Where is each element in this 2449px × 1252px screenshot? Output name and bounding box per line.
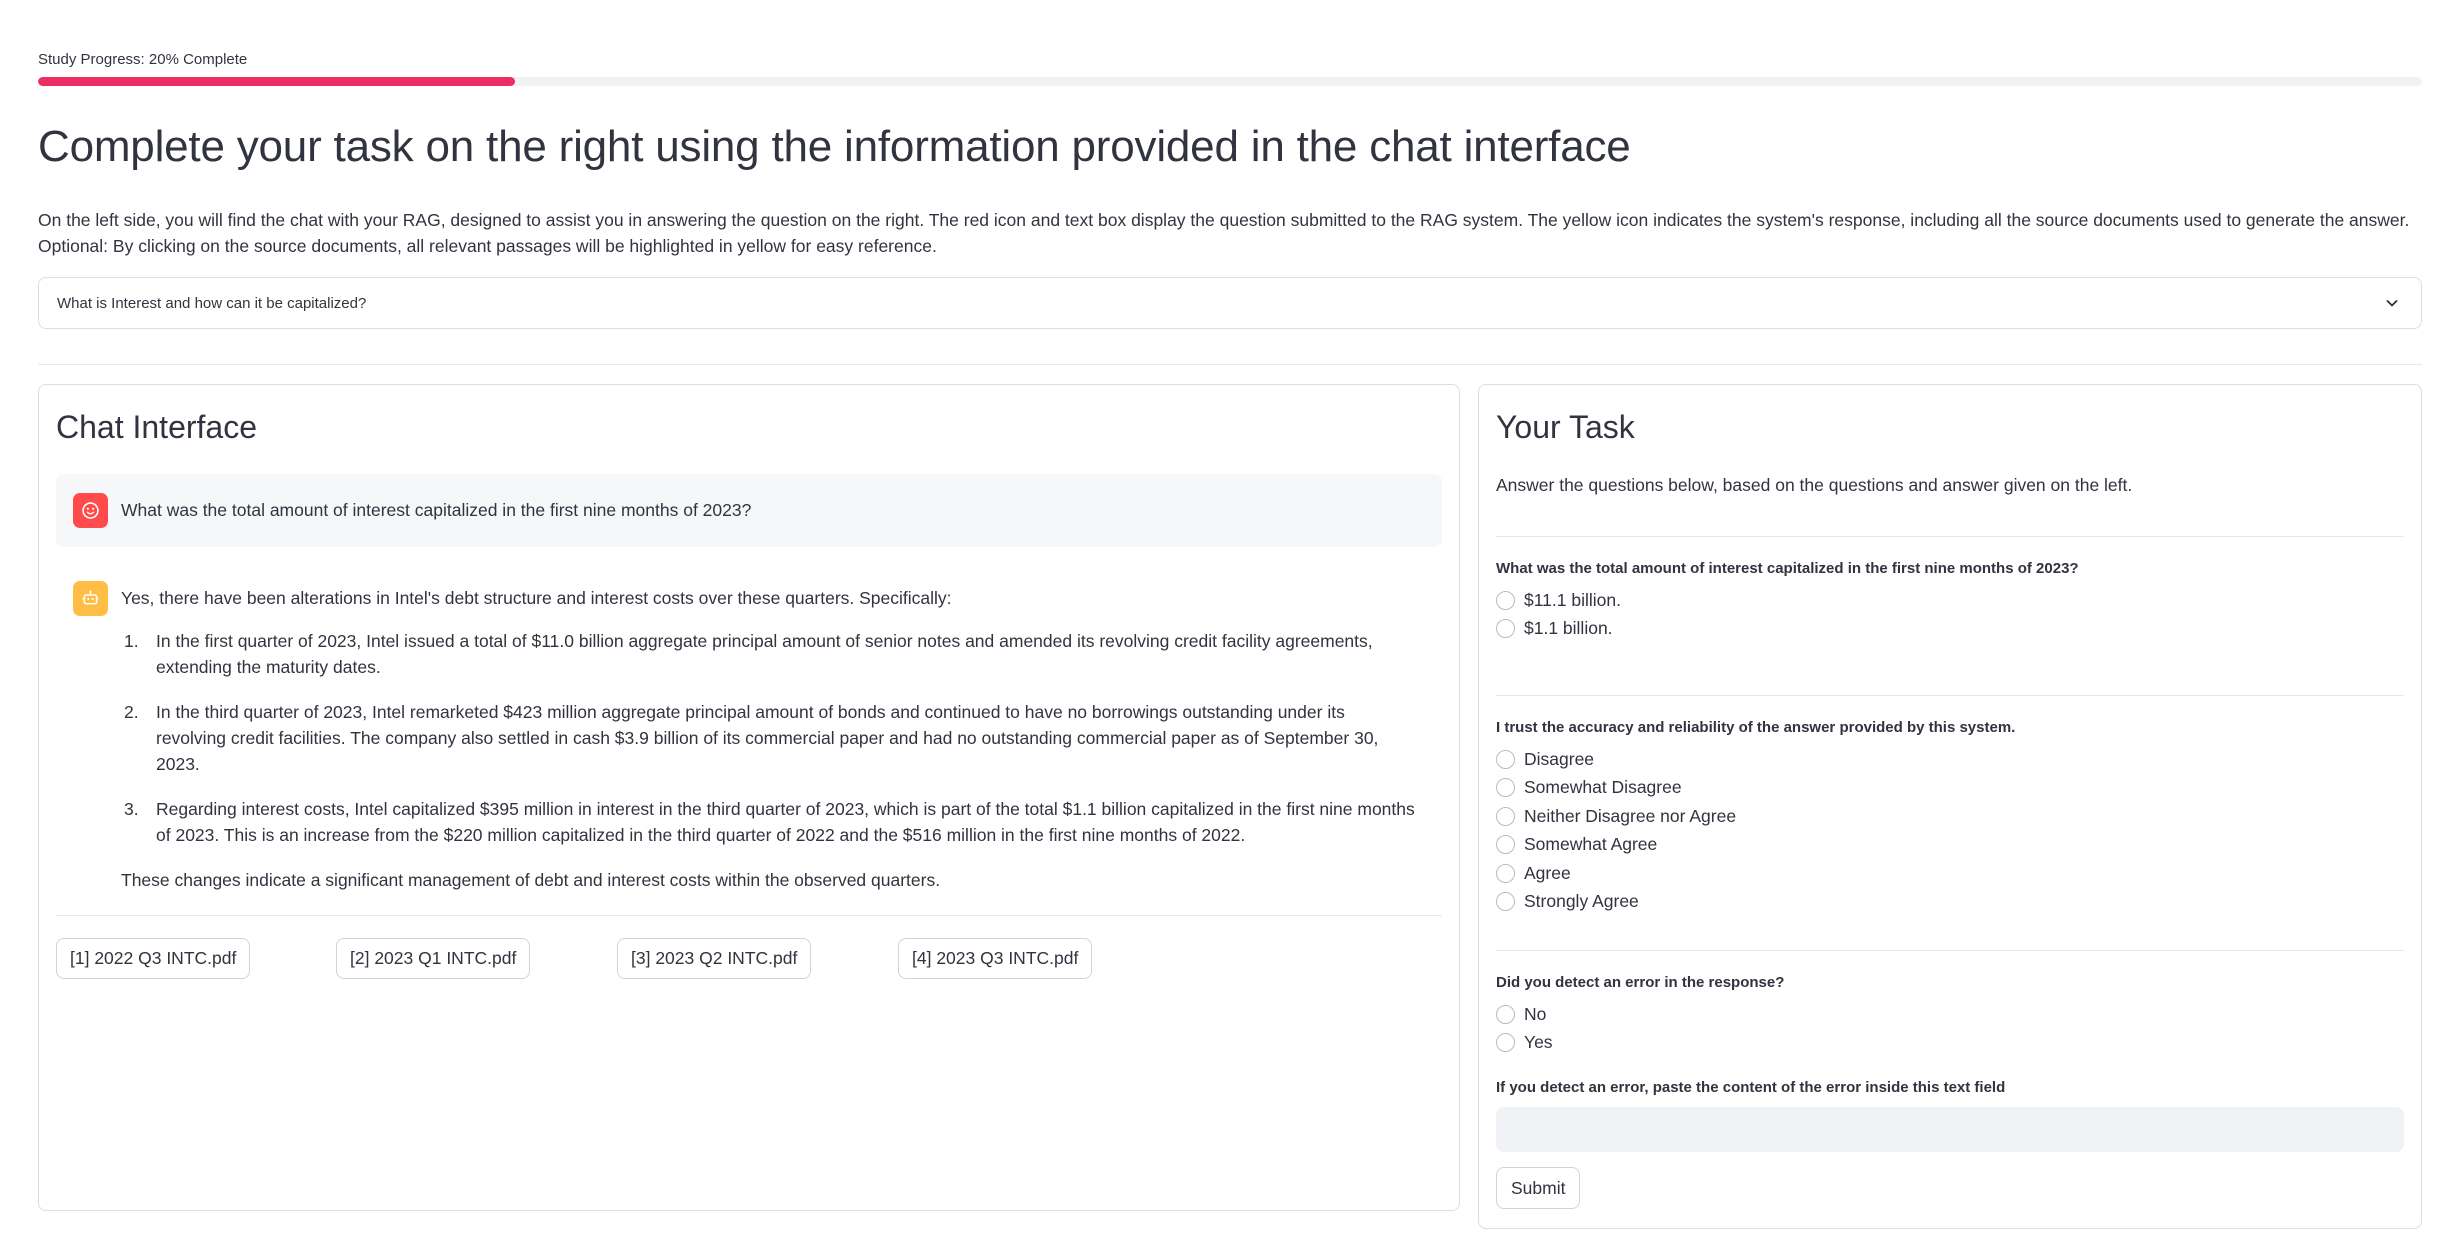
question-expander[interactable]: What is Interest and how can it be capit… bbox=[38, 277, 2422, 329]
section-divider bbox=[38, 364, 2422, 365]
radio-option-label: No bbox=[1524, 1003, 1547, 1024]
radio-button[interactable] bbox=[1496, 749, 1515, 769]
task-divider bbox=[1496, 695, 2404, 696]
task-panel: Your Task Answer the questions below, ba… bbox=[1478, 384, 2422, 1229]
question-1-options: $11.1 billion. $1.1 billion. bbox=[1496, 586, 1621, 643]
radio-option-label: Neither Disagree nor Agree bbox=[1524, 805, 1737, 826]
radio-option[interactable]: Neither Disagree nor Agree bbox=[1496, 802, 1736, 831]
page-title: Complete your task on the right using th… bbox=[38, 122, 1631, 171]
question-3-options: No Yes bbox=[1496, 1000, 1553, 1057]
intro-text: On the left side, you will find the chat… bbox=[38, 210, 2410, 256]
radio-option[interactable]: Disagree bbox=[1496, 745, 1736, 774]
assistant-list: 1. In the first quarter of 2023, Intel i… bbox=[124, 628, 1443, 848]
progress-label: Study Progress: 20% Complete bbox=[38, 51, 248, 68]
radio-option[interactable]: $1.1 billion. bbox=[1496, 615, 1621, 644]
radio-option-label: Agree bbox=[1524, 862, 1571, 883]
radio-option-label: $11.1 billion. bbox=[1524, 589, 1621, 610]
radio-option[interactable]: $11.1 billion. bbox=[1496, 586, 1621, 615]
smiley-face-icon bbox=[73, 493, 108, 528]
chat-divider bbox=[56, 915, 1442, 916]
list-item-text: In the first quarter of 2023, Intel issu… bbox=[156, 631, 1373, 677]
question-3-label: Did you detect an error in the response? bbox=[1496, 974, 1785, 991]
radio-option-label: Somewhat Agree bbox=[1524, 834, 1658, 855]
chat-panel: Chat Interface What was the total amount… bbox=[38, 384, 1460, 1211]
radio-option[interactable]: Agree bbox=[1496, 859, 1736, 888]
list-item-text: In the third quarter of 2023, Intel rema… bbox=[156, 702, 1379, 774]
chevron-down-icon bbox=[2381, 292, 2403, 314]
list-item: 3. Regarding interest costs, Intel capit… bbox=[124, 796, 1443, 848]
source-button-4[interactable]: [4] 2023 Q3 INTC.pdf bbox=[898, 938, 1093, 979]
radio-button[interactable] bbox=[1496, 1004, 1515, 1024]
list-item: 2. In the third quarter of 2023, Intel r… bbox=[124, 699, 1443, 777]
task-title: Your Task bbox=[1496, 409, 1635, 445]
chat-title: Chat Interface bbox=[56, 409, 257, 445]
radio-option-label: Somewhat Disagree bbox=[1524, 777, 1682, 798]
submit-button[interactable]: Submit bbox=[1496, 1167, 1581, 1209]
task-divider bbox=[1496, 950, 2404, 951]
error-field-label: If you detect an error, paste the conten… bbox=[1496, 1079, 2006, 1096]
radio-button[interactable] bbox=[1496, 863, 1515, 883]
list-item-number: 3. bbox=[124, 799, 139, 819]
progress-bar bbox=[38, 77, 2422, 86]
list-item-text: Regarding interest costs, Intel capitali… bbox=[156, 799, 1415, 845]
radio-button[interactable] bbox=[1496, 892, 1515, 912]
source-button-1[interactable]: [1] 2022 Q3 INTC.pdf bbox=[56, 938, 251, 979]
question-1-label: What was the total amount of interest ca… bbox=[1496, 560, 2079, 577]
assistant-message: Yes, there have been alterations in Inte… bbox=[73, 581, 1443, 893]
radio-option-label: Strongly Agree bbox=[1524, 891, 1639, 912]
radio-button[interactable] bbox=[1496, 619, 1515, 639]
list-item: 1. In the first quarter of 2023, Intel i… bbox=[124, 628, 1443, 680]
user-message: What was the total amount of interest ca… bbox=[56, 474, 1442, 547]
radio-option-label: Disagree bbox=[1524, 748, 1595, 769]
radio-option-label: $1.1 billion. bbox=[1524, 618, 1613, 639]
robot-face-icon bbox=[73, 581, 108, 616]
progress-bar-fill bbox=[38, 77, 515, 86]
assistant-intro: Yes, there have been alterations in Inte… bbox=[121, 588, 952, 608]
radio-button[interactable] bbox=[1496, 778, 1515, 798]
radio-button[interactable] bbox=[1496, 590, 1515, 610]
assistant-outro: These changes indicate a significant man… bbox=[121, 870, 941, 890]
radio-option[interactable]: Somewhat Agree bbox=[1496, 831, 1736, 860]
list-item-number: 1. bbox=[124, 631, 139, 651]
radio-button[interactable] bbox=[1496, 1033, 1515, 1053]
radio-button[interactable] bbox=[1496, 806, 1515, 826]
error-text-input[interactable] bbox=[1496, 1107, 2404, 1152]
task-divider bbox=[1496, 536, 2404, 537]
radio-button[interactable] bbox=[1496, 835, 1515, 855]
source-button-3[interactable]: [3] 2023 Q2 INTC.pdf bbox=[617, 938, 812, 979]
radio-option[interactable]: Somewhat Disagree bbox=[1496, 774, 1736, 803]
radio-option[interactable]: Strongly Agree bbox=[1496, 888, 1736, 917]
expander-label: What is Interest and how can it be capit… bbox=[57, 294, 367, 312]
task-subtitle: Answer the questions below, based on the… bbox=[1496, 475, 2133, 495]
source-button-2[interactable]: [2] 2023 Q1 INTC.pdf bbox=[336, 938, 531, 979]
radio-option[interactable]: Yes bbox=[1496, 1029, 1553, 1058]
radio-option-label: Yes bbox=[1524, 1032, 1553, 1053]
radio-option[interactable]: No bbox=[1496, 1000, 1553, 1029]
question-2-options: Disagree Somewhat Disagree Neither Disag… bbox=[1496, 745, 1736, 916]
list-item-number: 2. bbox=[124, 702, 139, 722]
question-2-label: I trust the accuracy and reliability of … bbox=[1496, 719, 2016, 736]
user-message-text: What was the total amount of interest ca… bbox=[121, 500, 752, 520]
